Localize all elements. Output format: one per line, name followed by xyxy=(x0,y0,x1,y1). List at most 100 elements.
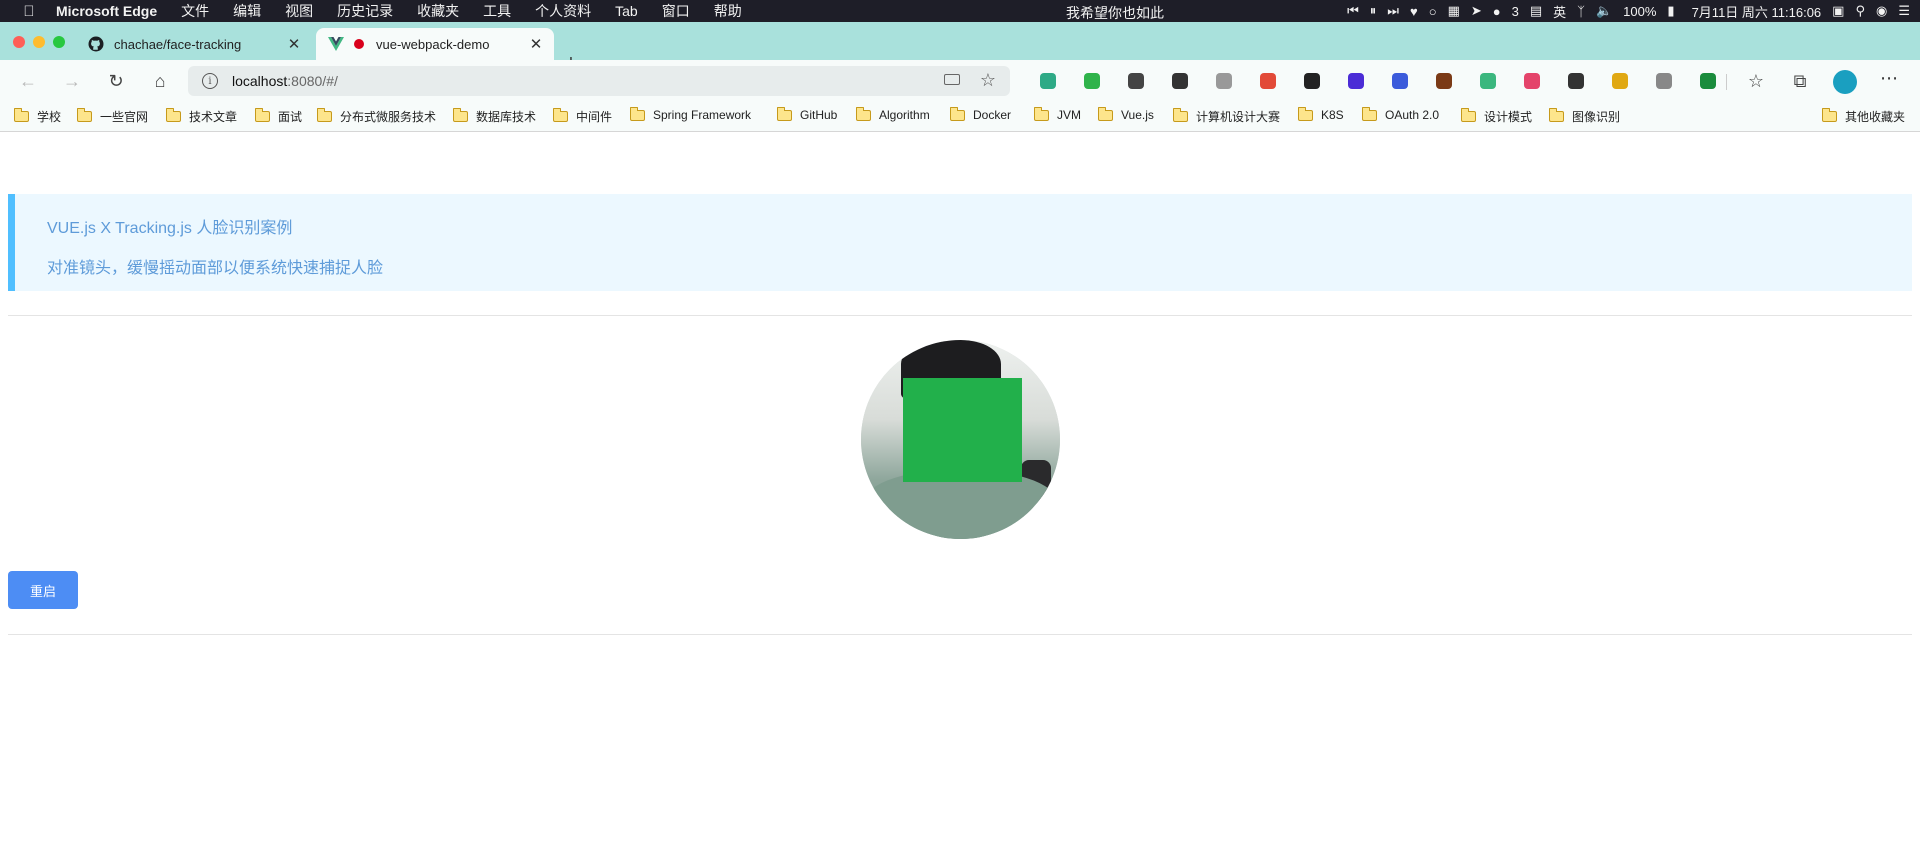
close-tab-icon[interactable]: ✕ xyxy=(286,35,302,53)
green-h-icon[interactable] xyxy=(1686,68,1730,94)
menu-tab[interactable]: Tab xyxy=(615,3,638,19)
reload-icon[interactable]: ↻ xyxy=(102,67,130,95)
siri-icon[interactable]: ◉ xyxy=(1876,3,1887,19)
minimize-window-button[interactable] xyxy=(33,36,45,48)
yellow-key-icon[interactable] xyxy=(1598,68,1642,94)
brown-extension-icon[interactable] xyxy=(1422,68,1466,94)
bookmark-folder[interactable]: Spring Framework xyxy=(630,106,751,122)
vue-devtools-icon[interactable] xyxy=(1466,68,1510,94)
bookmark-folder[interactable]: Algorithm xyxy=(856,106,930,122)
close-window-button[interactable] xyxy=(13,36,25,48)
gray-s-icon-glyph xyxy=(1656,73,1672,89)
bookmark-folder[interactable]: Vue.js xyxy=(1098,106,1154,122)
s-extension-icon[interactable] xyxy=(1026,68,1070,94)
menu-file[interactable]: 文件 xyxy=(181,1,209,21)
bookmark-folder[interactable]: OAuth 2.0 xyxy=(1362,106,1439,122)
fullscreen-window-button[interactable] xyxy=(53,36,65,48)
menu-history[interactable]: 历史记录 xyxy=(337,1,393,21)
wechat-icon[interactable]: ● xyxy=(1493,4,1501,19)
menu-view[interactable]: 视图 xyxy=(285,1,313,21)
s-extension-icon-glyph xyxy=(1040,73,1056,89)
battery-icon[interactable]: ▮ xyxy=(1667,3,1674,19)
back-arrow-icon[interactable]: ← xyxy=(14,67,42,95)
bookmark-folder[interactable]: 面试 xyxy=(255,108,302,125)
site-info-icon[interactable]: i xyxy=(202,73,218,89)
json-braces-icon[interactable] xyxy=(1158,68,1202,94)
grid-icon[interactable]: ▦ xyxy=(1448,3,1460,19)
url-text[interactable]: localhost:8080/#/ xyxy=(232,73,338,89)
vue-icon xyxy=(328,36,344,52)
bookmark-folder[interactable]: 计算机设计大赛 xyxy=(1173,108,1280,125)
collections-icon[interactable]: ⧉ xyxy=(1786,67,1814,95)
menu-tools[interactable]: 工具 xyxy=(483,1,511,21)
menu-edit[interactable]: 编辑 xyxy=(233,1,261,21)
tampermonkey-icon[interactable] xyxy=(1290,68,1334,94)
folder-icon xyxy=(856,106,871,121)
bookmark-folder[interactable]: 数据库技术 xyxy=(453,108,536,125)
profile-avatar[interactable] xyxy=(1833,70,1857,94)
bookmark-folder[interactable]: K8S xyxy=(1298,106,1344,122)
purple-extension-icon[interactable] xyxy=(1334,68,1378,94)
shield-check-icon[interactable] xyxy=(1070,68,1114,94)
home-icon[interactable]: ⌂ xyxy=(146,67,174,95)
menu-app-name[interactable]: Microsoft Edge xyxy=(56,3,157,19)
bookmark-folder[interactable]: 一些官网 xyxy=(77,108,148,125)
tab-strip: chachae/face-tracking ✕ vue-webpack-demo… xyxy=(0,22,1920,74)
tab-vue-webpack-demo[interactable]: vue-webpack-demo ✕ xyxy=(316,28,554,60)
menu-profile[interactable]: 个人资料 xyxy=(535,1,591,21)
favorites-list-icon[interactable]: ☆ xyxy=(1742,67,1770,95)
next-track-icon[interactable]: ⏭ xyxy=(1387,3,1399,19)
dark-circle-icon[interactable] xyxy=(1554,68,1598,94)
camera-in-use-icon[interactable] xyxy=(944,74,960,85)
menu-window[interactable]: 窗口 xyxy=(662,1,690,21)
tampermonkey-icon-glyph xyxy=(1304,73,1320,89)
input-method[interactable]: 英 xyxy=(1553,2,1566,21)
folder-icon xyxy=(1461,108,1476,122)
people-icon[interactable] xyxy=(1246,68,1290,94)
pink-extension-icon[interactable] xyxy=(1510,68,1554,94)
bookmark-label: 学校 xyxy=(37,110,62,124)
tab-face-tracking[interactable]: chachae/face-tracking ✕ xyxy=(76,28,312,60)
heart-icon[interactable]: ♥ xyxy=(1410,4,1418,19)
menu-favorites[interactable]: 收藏夹 xyxy=(417,1,459,21)
spotlight-search-icon[interactable]: ⚲ xyxy=(1855,3,1865,19)
address-bar[interactable]: i localhost:8080/#/ ☆ xyxy=(188,66,1010,96)
folder-icon xyxy=(14,108,29,122)
gray-circle-icon[interactable] xyxy=(1114,68,1158,94)
forward-arrow-icon[interactable]: → xyxy=(58,67,86,95)
bluetooth-icon[interactable]: ᛉ xyxy=(1577,4,1585,19)
pause-icon[interactable]: ⏸ xyxy=(1370,3,1377,19)
menu-help[interactable]: 帮助 xyxy=(714,1,742,21)
bookmark-folder[interactable]: Docker xyxy=(950,106,1011,122)
mask-icon[interactable] xyxy=(1202,68,1246,94)
spiral-icon[interactable]: ○ xyxy=(1429,4,1437,19)
new-badge-extension-icon[interactable] xyxy=(1378,68,1422,94)
volume-icon[interactable]: 🔈 xyxy=(1596,3,1612,19)
previous-track-icon[interactable]: ⏮ xyxy=(1347,3,1359,19)
bookmark-folder[interactable]: 分布式微服务技术 xyxy=(317,108,436,125)
apple-menu-icon[interactable]:  xyxy=(18,3,40,20)
other-favorites-folder[interactable]: 其他收藏夹 xyxy=(1822,108,1905,125)
close-tab-icon[interactable]: ✕ xyxy=(528,35,544,53)
bookmark-folder[interactable]: GitHub xyxy=(777,106,837,122)
send-icon[interactable]: ➤ xyxy=(1471,3,1482,19)
json-braces-icon-glyph xyxy=(1172,73,1188,89)
bookmark-folder[interactable]: 图像识别 xyxy=(1549,108,1620,125)
s-app-icon[interactable]: ▣ xyxy=(1832,3,1844,19)
favorite-star-icon[interactable]: ☆ xyxy=(980,70,996,91)
notification-center-icon[interactable]: ☰ xyxy=(1898,3,1910,19)
folder-icon xyxy=(166,108,181,122)
bookmark-folder[interactable]: 技术文章 xyxy=(166,108,237,125)
bookmark-folder[interactable]: 中间件 xyxy=(553,108,612,125)
bookmark-folder[interactable]: 设计模式 xyxy=(1461,108,1532,125)
now-playing-text[interactable]: 我希望你也如此 xyxy=(1066,3,1164,23)
gray-s-icon[interactable] xyxy=(1642,68,1686,94)
clock[interactable]: 7月11日 周六 11:16:06 xyxy=(1692,2,1822,21)
folder-icon xyxy=(553,108,568,122)
alert-title: VUE.js X Tracking.js 人脸识别案例 xyxy=(47,220,293,237)
bookmark-folder[interactable]: 学校 xyxy=(14,108,61,125)
activity-icon[interactable]: ▤ xyxy=(1530,3,1542,19)
restart-button[interactable]: 重启 xyxy=(8,571,78,609)
bookmark-folder[interactable]: JVM xyxy=(1034,106,1081,122)
more-menu-icon[interactable]: ⋯ xyxy=(1880,68,1899,89)
